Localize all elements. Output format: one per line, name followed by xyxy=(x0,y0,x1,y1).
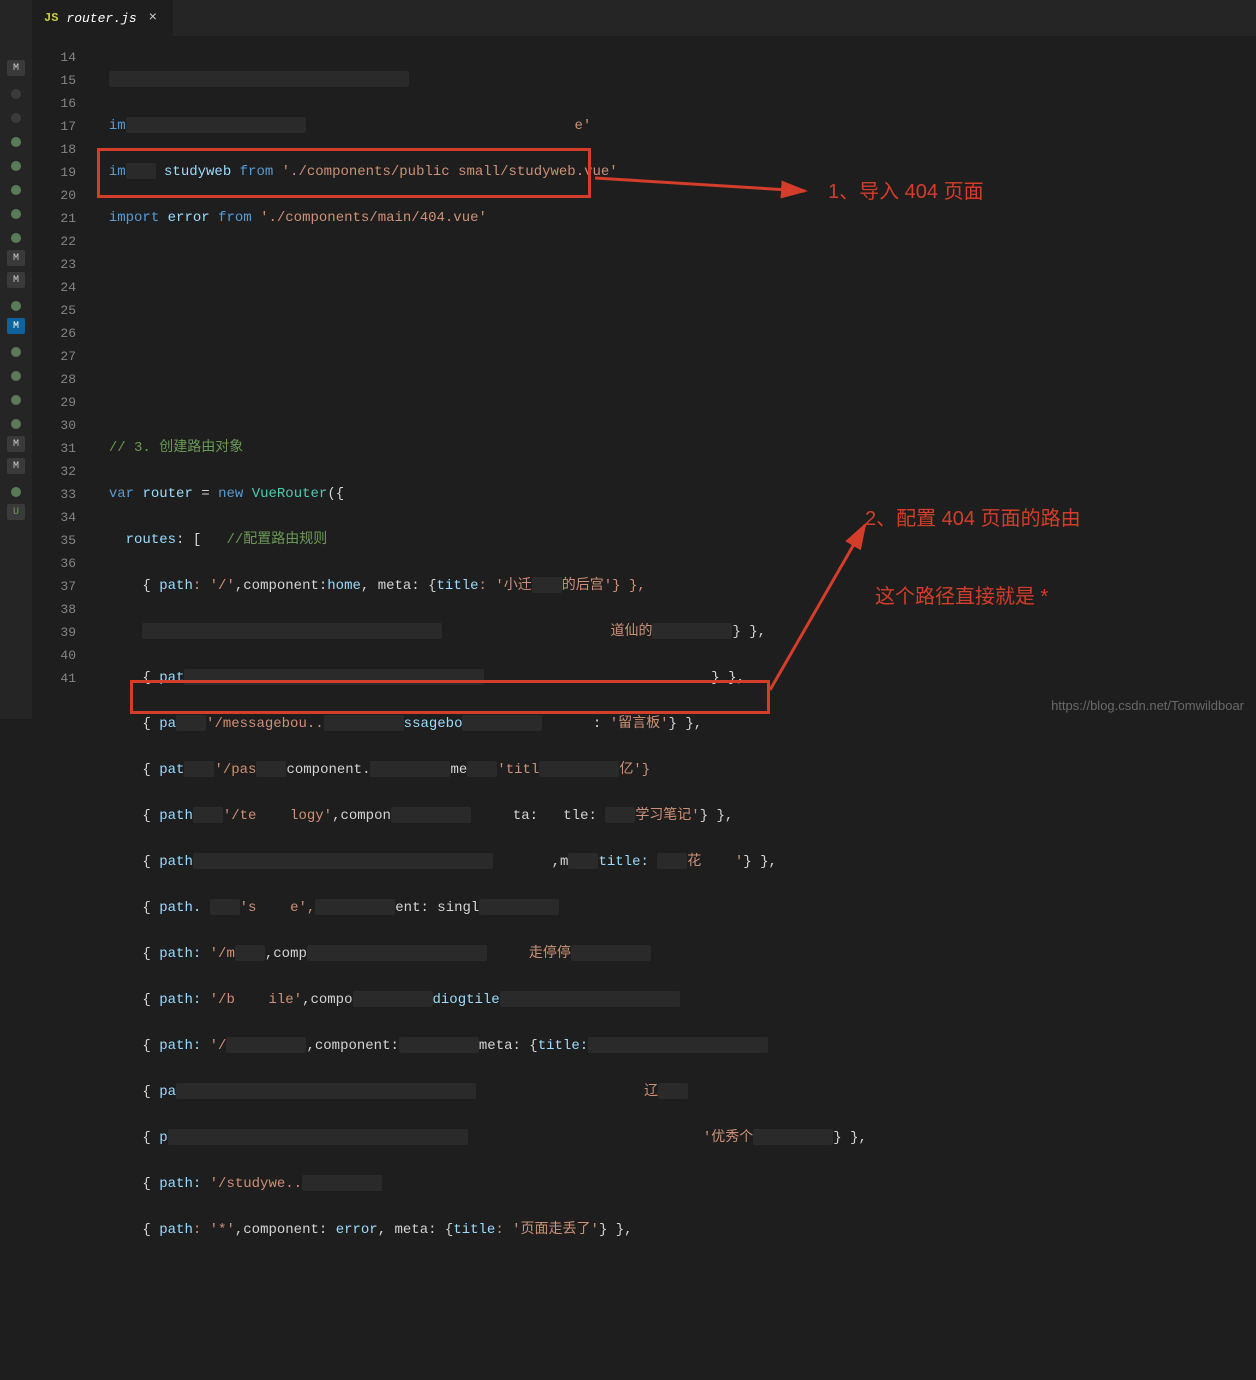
code-line: { path: '/,component:meta: {title: xyxy=(92,1035,1256,1058)
line-gutter: 14 15 16 17 18 19 20 21 22 23 24 25 26 2… xyxy=(32,36,92,1380)
scm-badge: M xyxy=(7,458,25,474)
code-line: 道仙的} }, xyxy=(92,621,1256,644)
scm-badge: U xyxy=(7,504,25,520)
code-line: { path: '*',component: error, meta: {tit… xyxy=(92,1219,1256,1242)
scm-badge: M xyxy=(7,250,25,266)
marker-dot xyxy=(11,371,21,381)
code-line: { path: '/b ile',compodiogtile xyxy=(92,989,1256,1012)
marker-dot xyxy=(11,185,21,195)
code-line: // 3. 创建路由对象 xyxy=(92,437,1256,460)
watermark: https://blog.csdn.net/Tomwildboar xyxy=(1051,698,1244,713)
code-line: import error from './components/main/404… xyxy=(92,207,1256,230)
code-line xyxy=(92,253,1256,276)
tab-bar: JS router.js × xyxy=(32,0,1256,36)
code-line: { path: '/m,comp 走停停 xyxy=(92,943,1256,966)
marker-dot xyxy=(11,161,21,171)
js-file-icon: JS xyxy=(44,11,58,25)
code-line: var router = new VueRouter({ xyxy=(92,483,1256,506)
marker-dot xyxy=(11,137,21,147)
marker-dot xyxy=(11,395,21,405)
marker-dot xyxy=(11,487,21,497)
close-icon[interactable]: × xyxy=(149,10,157,26)
code-line: routes: [ //配置路由规则 xyxy=(92,529,1256,552)
scm-badge: M xyxy=(7,436,25,452)
code-line xyxy=(92,299,1256,322)
scm-badge: M xyxy=(7,60,25,76)
marker-dot xyxy=(11,209,21,219)
code-line: im studyweb from './components/public sm… xyxy=(92,161,1256,184)
scm-badge-active: M xyxy=(7,318,25,334)
code-line: im e' xyxy=(92,115,1256,138)
tab-router-js[interactable]: JS router.js × xyxy=(32,0,174,36)
scm-badge: M xyxy=(7,272,25,288)
code-line: { pa'/messagebou..ssagebo : '留言板'} }, xyxy=(92,713,1256,736)
code-line: { p '优秀个} }, xyxy=(92,1127,1256,1150)
marker-dot xyxy=(11,233,21,243)
marker-dot xyxy=(11,347,21,357)
marker-dot xyxy=(11,113,21,123)
activity-bar: M M M M M M U xyxy=(0,0,32,719)
editor-root: M M M M M M U JS router.js × 14 xyxy=(0,0,1256,719)
code-line xyxy=(92,69,1256,92)
tab-title: router.js xyxy=(66,11,136,26)
code-line xyxy=(92,345,1256,368)
code-line: { path: '/',component:home, meta: {title… xyxy=(92,575,1256,598)
code-line: { pa 辽 xyxy=(92,1081,1256,1104)
code-line: { path. 's e',ent: singl xyxy=(92,897,1256,920)
code-line xyxy=(92,1265,1256,1288)
code-line xyxy=(92,391,1256,414)
code-line: { path ,mtitle: 花 '} }, xyxy=(92,851,1256,874)
editor-area: JS router.js × 14 15 16 17 18 19 20 21 2… xyxy=(32,0,1256,719)
marker-dot xyxy=(11,301,21,311)
code-line: { pat'/pascomponent.me'titl亿'} xyxy=(92,759,1256,782)
marker-dot xyxy=(11,419,21,429)
code-line xyxy=(92,1311,1256,1334)
marker-dot xyxy=(11,89,21,99)
code-line: { path: '/studywe.. xyxy=(92,1173,1256,1196)
code-line: { pat } }, xyxy=(92,667,1256,690)
code-line: { path'/te logy',compon ta: tle: 学习笔记'} … xyxy=(92,805,1256,828)
